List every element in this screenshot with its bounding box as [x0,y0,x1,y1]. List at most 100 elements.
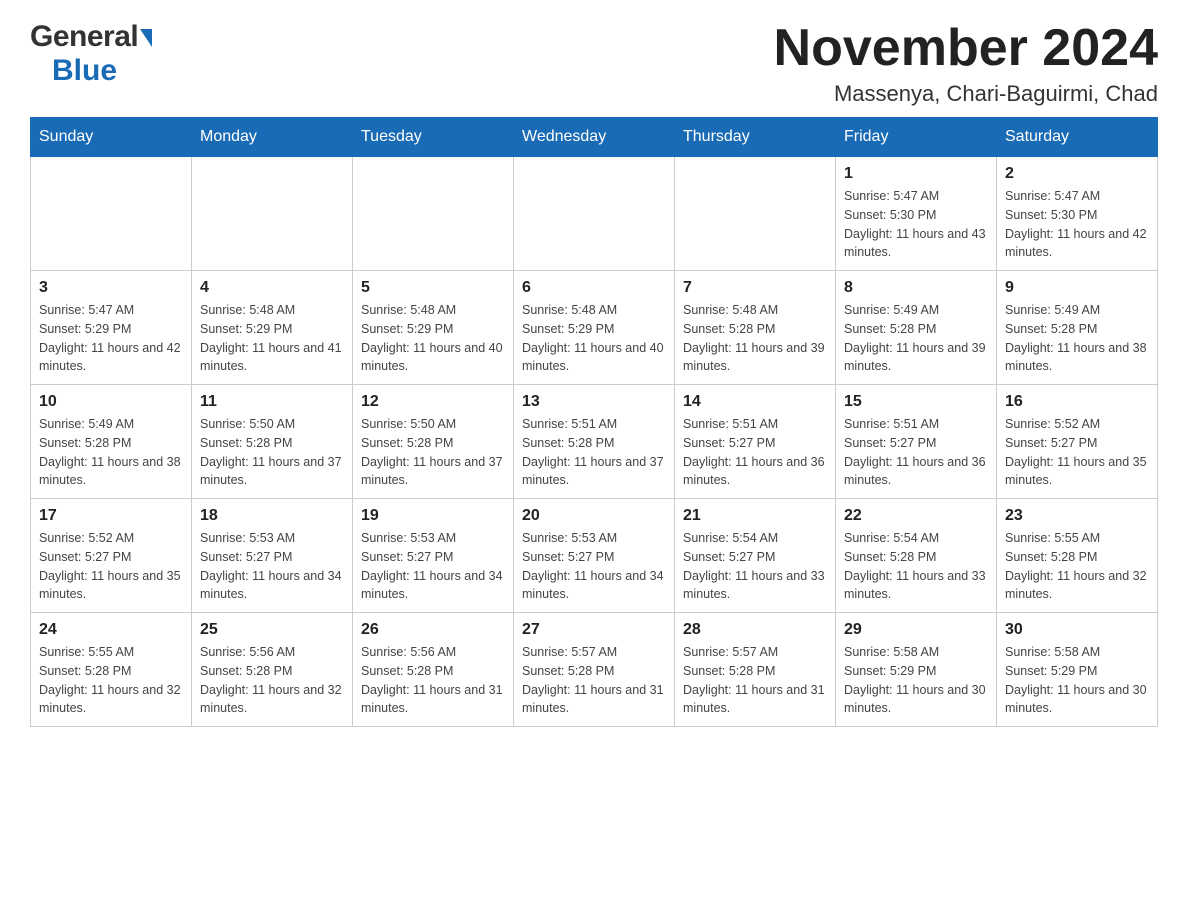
day-info: Sunrise: 5:51 AM Sunset: 5:27 PM Dayligh… [683,415,827,490]
calendar-cell: 12 Sunrise: 5:50 AM Sunset: 5:28 PM Dayli… [353,385,514,499]
day-number: 3 [39,279,183,297]
day-number: 27 [522,621,666,639]
calendar-header: SundayMondayTuesdayWednesdayThursdayFrid… [31,118,1158,157]
day-info: Sunrise: 5:48 AM Sunset: 5:29 PM Dayligh… [361,301,505,376]
weekday-header-friday: Friday [836,118,997,157]
logo-arrow-icon [140,29,152,47]
day-number: 30 [1005,621,1149,639]
day-info: Sunrise: 5:53 AM Sunset: 5:27 PM Dayligh… [522,529,666,604]
day-info: Sunrise: 5:58 AM Sunset: 5:29 PM Dayligh… [844,643,988,718]
calendar-week-row: 3 Sunrise: 5:47 AM Sunset: 5:29 PM Daylig… [31,271,1158,385]
day-number: 19 [361,507,505,525]
day-info: Sunrise: 5:53 AM Sunset: 5:27 PM Dayligh… [361,529,505,604]
calendar-cell: 10 Sunrise: 5:49 AM Sunset: 5:28 PM Dayli… [31,385,192,499]
day-number: 23 [1005,507,1149,525]
location-subtitle: Massenya, Chari-Baguirmi, Chad [774,81,1158,107]
day-info: Sunrise: 5:55 AM Sunset: 5:28 PM Dayligh… [1005,529,1149,604]
calendar-cell: 17 Sunrise: 5:52 AM Sunset: 5:27 PM Dayli… [31,499,192,613]
calendar-table: SundayMondayTuesdayWednesdayThursdayFrid… [30,117,1158,727]
weekday-header-tuesday: Tuesday [353,118,514,157]
calendar-cell: 14 Sunrise: 5:51 AM Sunset: 5:27 PM Dayli… [675,385,836,499]
day-info: Sunrise: 5:47 AM Sunset: 5:29 PM Dayligh… [39,301,183,376]
calendar-cell: 27 Sunrise: 5:57 AM Sunset: 5:28 PM Dayli… [514,613,675,727]
day-number: 25 [200,621,344,639]
weekday-header-sunday: Sunday [31,118,192,157]
day-info: Sunrise: 5:49 AM Sunset: 5:28 PM Dayligh… [1005,301,1149,376]
day-number: 12 [361,393,505,411]
calendar-cell: 28 Sunrise: 5:57 AM Sunset: 5:28 PM Dayli… [675,613,836,727]
calendar-cell: 25Sunrise: 5:56 AM Sunset: 5:28 PM Dayli… [192,613,353,727]
day-number: 16 [1005,393,1149,411]
day-number: 10 [39,393,183,411]
calendar-cell: 11 Sunrise: 5:50 AM Sunset: 5:28 PM Dayli… [192,385,353,499]
weekday-header-wednesday: Wednesday [514,118,675,157]
calendar-body: 1 Sunrise: 5:47 AM Sunset: 5:30 PM Daylig… [31,157,1158,727]
day-info: Sunrise: 5:50 AM Sunset: 5:28 PM Dayligh… [200,415,344,490]
calendar-cell: 15 Sunrise: 5:51 AM Sunset: 5:27 PM Dayli… [836,385,997,499]
calendar-cell: 19 Sunrise: 5:53 AM Sunset: 5:27 PM Dayli… [353,499,514,613]
weekday-header-saturday: Saturday [997,118,1158,157]
calendar-cell: 23 Sunrise: 5:55 AM Sunset: 5:28 PM Dayli… [997,499,1158,613]
day-number: 9 [1005,279,1149,297]
day-info: Sunrise: 5:51 AM Sunset: 5:27 PM Dayligh… [844,415,988,490]
day-number: 21 [683,507,827,525]
day-info: Sunrise: 5:48 AM Sunset: 5:28 PM Dayligh… [683,301,827,376]
calendar-cell [675,157,836,271]
day-number: 1 [844,165,988,183]
calendar-cell: 3 Sunrise: 5:47 AM Sunset: 5:29 PM Daylig… [31,271,192,385]
calendar-cell: 5Sunrise: 5:48 AM Sunset: 5:29 PM Daylig… [353,271,514,385]
day-info: Sunrise: 5:50 AM Sunset: 5:28 PM Dayligh… [361,415,505,490]
logo-blue-text: Blue [52,54,117,87]
calendar-cell: 24 Sunrise: 5:55 AM Sunset: 5:28 PM Dayli… [31,613,192,727]
day-info: Sunrise: 5:57 AM Sunset: 5:28 PM Dayligh… [683,643,827,718]
calendar-cell: 16Sunrise: 5:52 AM Sunset: 5:27 PM Dayli… [997,385,1158,499]
day-number: 26 [361,621,505,639]
day-number: 13 [522,393,666,411]
weekday-header-row: SundayMondayTuesdayWednesdayThursdayFrid… [31,118,1158,157]
calendar-cell [31,157,192,271]
day-info: Sunrise: 5:52 AM Sunset: 5:27 PM Dayligh… [39,529,183,604]
day-info: Sunrise: 5:54 AM Sunset: 5:28 PM Dayligh… [844,529,988,604]
day-number: 14 [683,393,827,411]
calendar-cell: 20 Sunrise: 5:53 AM Sunset: 5:27 PM Dayli… [514,499,675,613]
calendar-cell: 30 Sunrise: 5:58 AM Sunset: 5:29 PM Dayli… [997,613,1158,727]
day-number: 20 [522,507,666,525]
title-section: November 2024 Massenya, Chari-Baguirmi, … [774,20,1158,107]
calendar-cell: 29 Sunrise: 5:58 AM Sunset: 5:29 PM Dayli… [836,613,997,727]
day-number: 18 [200,507,344,525]
day-info: Sunrise: 5:57 AM Sunset: 5:28 PM Dayligh… [522,643,666,718]
day-number: 8 [844,279,988,297]
calendar-cell: 9 Sunrise: 5:49 AM Sunset: 5:28 PM Daylig… [997,271,1158,385]
page-header: General Blue November 2024 Massenya, Cha… [30,20,1158,107]
day-number: 28 [683,621,827,639]
day-number: 29 [844,621,988,639]
day-number: 17 [39,507,183,525]
day-info: Sunrise: 5:58 AM Sunset: 5:29 PM Dayligh… [1005,643,1149,718]
weekday-header-monday: Monday [192,118,353,157]
calendar-cell: 6Sunrise: 5:48 AM Sunset: 5:29 PM Daylig… [514,271,675,385]
day-number: 4 [200,279,344,297]
calendar-cell: 26Sunrise: 5:56 AM Sunset: 5:28 PM Dayli… [353,613,514,727]
day-info: Sunrise: 5:55 AM Sunset: 5:28 PM Dayligh… [39,643,183,718]
day-info: Sunrise: 5:49 AM Sunset: 5:28 PM Dayligh… [844,301,988,376]
day-info: Sunrise: 5:48 AM Sunset: 5:29 PM Dayligh… [200,301,344,376]
day-number: 11 [200,393,344,411]
day-number: 24 [39,621,183,639]
calendar-cell: 4 Sunrise: 5:48 AM Sunset: 5:29 PM Daylig… [192,271,353,385]
day-info: Sunrise: 5:53 AM Sunset: 5:27 PM Dayligh… [200,529,344,604]
calendar-week-row: 1 Sunrise: 5:47 AM Sunset: 5:30 PM Daylig… [31,157,1158,271]
calendar-cell [192,157,353,271]
day-info: Sunrise: 5:48 AM Sunset: 5:29 PM Dayligh… [522,301,666,376]
calendar-week-row: 17 Sunrise: 5:52 AM Sunset: 5:27 PM Dayli… [31,499,1158,613]
day-number: 22 [844,507,988,525]
day-info: Sunrise: 5:47 AM Sunset: 5:30 PM Dayligh… [1005,187,1149,262]
calendar-cell: 2Sunrise: 5:47 AM Sunset: 5:30 PM Daylig… [997,157,1158,271]
calendar-cell: 21 Sunrise: 5:54 AM Sunset: 5:27 PM Dayli… [675,499,836,613]
day-number: 15 [844,393,988,411]
calendar-cell [514,157,675,271]
weekday-header-thursday: Thursday [675,118,836,157]
calendar-cell: 22 Sunrise: 5:54 AM Sunset: 5:28 PM Dayli… [836,499,997,613]
logo: General Blue [30,20,152,88]
day-info: Sunrise: 5:54 AM Sunset: 5:27 PM Dayligh… [683,529,827,604]
day-info: Sunrise: 5:49 AM Sunset: 5:28 PM Dayligh… [39,415,183,490]
